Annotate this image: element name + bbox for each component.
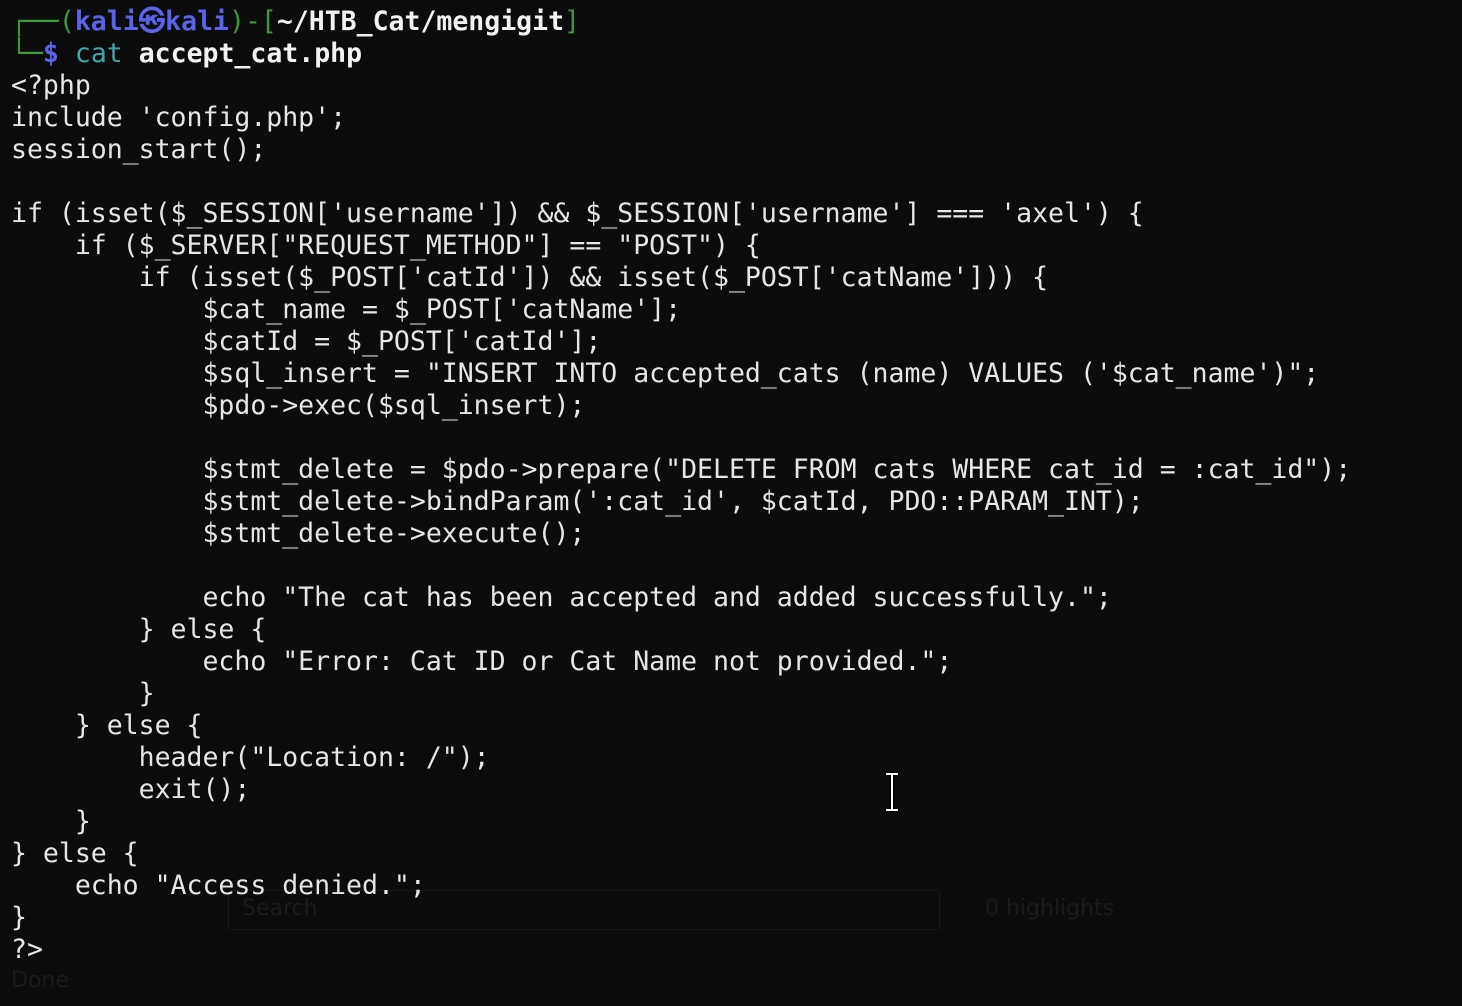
code-line: echo "Access denied."; <box>11 870 426 901</box>
code-line: $pdo->exec($sql_insert); <box>11 390 586 421</box>
prompt-user: kali <box>74 6 139 37</box>
code-line: echo "The cat has been accepted and adde… <box>11 582 1112 613</box>
code-line: $stmt_delete->bindParam(':cat_id', $catI… <box>11 486 1144 517</box>
code-line: echo "Error: Cat ID or Cat Name not prov… <box>11 646 953 677</box>
prompt-sep: )-[ <box>228 6 277 37</box>
file-content: <?php include 'config.php'; session_start(… <box>11 70 1351 966</box>
prompt-dollar: $ <box>42 38 59 69</box>
code-line: $stmt_delete = $pdo->prepare("DELETE FRO… <box>11 454 1352 485</box>
code-line: } else { <box>11 838 139 869</box>
code-line: if (isset($_SESSION['username']) && $_SE… <box>11 198 1144 229</box>
code-line: } else { <box>11 614 267 645</box>
prompt-host: kali <box>165 6 229 37</box>
prompt-box: ┌──( <box>11 6 75 37</box>
prompt-line: ┌──(kali㉿kali)-[~/HTB_Cat/mengigit] <box>11 6 1351 38</box>
prompt-box: └─ <box>11 38 43 69</box>
code-line: } else { <box>11 710 203 741</box>
code-line: $sql_insert = "INSERT INTO accepted_cats… <box>11 358 1320 389</box>
command-line: └─$ cat accept_cat.php <box>11 38 1351 70</box>
code-line: include 'config.php'; <box>11 102 347 133</box>
code-line: if ($_SERVER["REQUEST_METHOD"] == "POST"… <box>11 230 761 261</box>
code-line: header("Location: /"); <box>11 742 490 773</box>
code-line: } <box>11 902 27 933</box>
command-argument: accept_cat.php <box>138 38 363 69</box>
code-line: ?> <box>11 934 43 965</box>
code-line: if (isset($_POST['catId']) && isset($_PO… <box>11 262 1049 293</box>
text-cursor-icon <box>886 772 898 812</box>
code-line: } <box>11 806 91 837</box>
prompt-path: ~/HTB_Cat/mengigit <box>276 6 565 37</box>
command-name: cat <box>74 38 123 69</box>
code-line: $cat_name = $_POST['catName']; <box>11 294 682 325</box>
code-line: $stmt_delete->execute(); <box>11 518 586 549</box>
prompt-close: ] <box>564 6 581 37</box>
ghost-status-text: Done <box>11 968 69 993</box>
terminal-output[interactable]: ┌──(kali㉿kali)-[~/HTB_Cat/mengigit] └─$ … <box>11 6 1351 966</box>
code-line: session_start(); <box>11 134 267 165</box>
code-line: } <box>11 678 155 709</box>
code-line: $catId = $_POST['catId']; <box>11 326 602 357</box>
prompt-at: ㉿ <box>138 6 166 37</box>
code-line: exit(); <box>11 774 251 805</box>
code-line: <?php <box>11 70 91 101</box>
